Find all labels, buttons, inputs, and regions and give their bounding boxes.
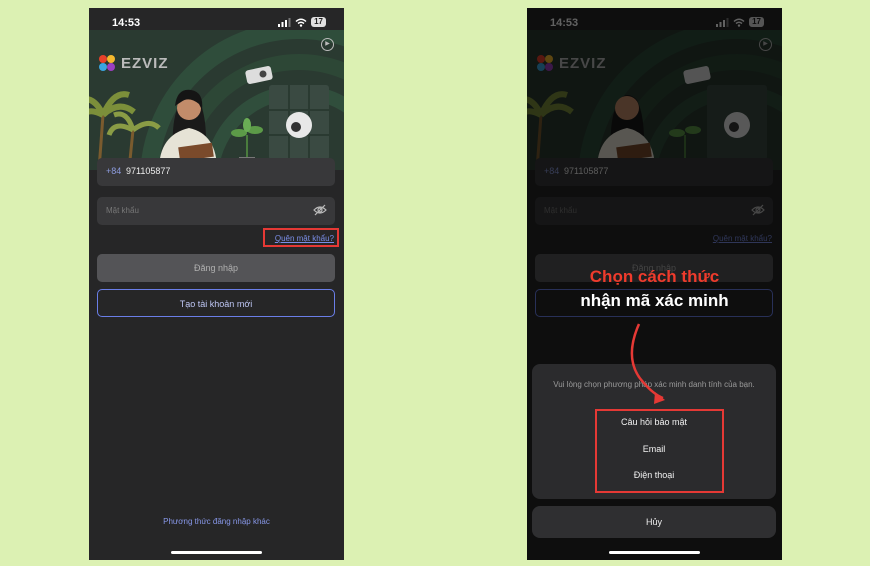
phone-field[interactable]: +84 971105877 <box>97 158 335 186</box>
highlight-box <box>263 228 339 247</box>
phone-number-input[interactable]: 971105877 <box>126 166 170 176</box>
home-indicator <box>171 551 262 554</box>
signal-icon <box>278 17 291 27</box>
play-icon[interactable]: ▶ <box>321 38 334 51</box>
login-button[interactable]: Đăng nhập <box>97 254 335 282</box>
home-indicator <box>609 551 700 554</box>
brand-name: EZVIZ <box>121 54 169 72</box>
ezviz-logo: EZVIZ <box>97 53 169 73</box>
annotation-line-1: Chọn cách thức <box>589 267 720 286</box>
ezviz-logo-mark <box>99 55 115 71</box>
create-account-button[interactable]: Tạo tài khoản mới <box>97 289 335 317</box>
password-placeholder: Mật khẩu <box>106 206 139 215</box>
battery-icon: 17 <box>311 17 326 27</box>
country-code[interactable]: +84 <box>106 166 121 176</box>
cancel-button[interactable]: Hủy <box>532 506 776 538</box>
eye-off-icon[interactable] <box>313 204 327 216</box>
annotation-arrow <box>630 323 665 404</box>
status-bar: 14:53 17 <box>89 15 344 31</box>
hero-illustration <box>89 30 344 170</box>
annotation-line-2: nhận mã xác minh <box>580 291 729 310</box>
highlight-box <box>595 409 724 493</box>
wifi-icon <box>295 18 307 27</box>
other-login-link[interactable]: Phương thức đăng nhập khác <box>89 517 344 526</box>
status-time: 14:53 <box>112 17 141 29</box>
password-field[interactable]: Mật khẩu <box>97 197 335 225</box>
login-screen: 14:53 17 EZVIZ ▶ +84 971105877 Mật khẩu … <box>89 8 344 560</box>
verify-method-screen: 14:53 17 EZVIZ ▶ +84 971105877 <box>527 8 782 560</box>
